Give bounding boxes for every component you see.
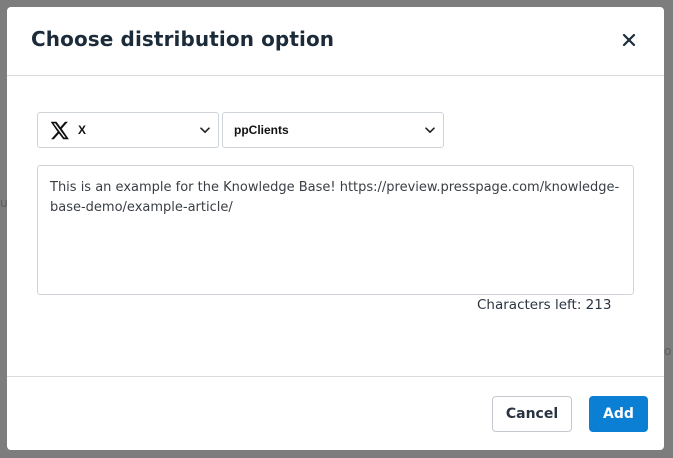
- add-button[interactable]: Add: [589, 396, 648, 432]
- account-select[interactable]: ppClients: [222, 112, 444, 148]
- x-logo-icon: [50, 121, 69, 140]
- dialog-title: Choose distribution option: [31, 27, 335, 51]
- close-icon: [622, 33, 636, 47]
- account-select-value: ppClients: [234, 123, 289, 137]
- distribution-dialog: Choose distribution option X ppClients T…: [7, 7, 664, 450]
- chevron-down-icon: [425, 127, 435, 133]
- message-textarea[interactable]: This is an example for the Knowledge Bas…: [37, 165, 634, 295]
- background-page-fragment: o: [664, 344, 672, 358]
- chevron-down-icon: [200, 127, 210, 133]
- close-button[interactable]: [619, 30, 639, 50]
- dialog-footer: Cancel Add: [7, 376, 664, 450]
- dialog-header: Choose distribution option: [7, 7, 664, 76]
- characters-left-counter: Characters left: 213: [477, 297, 612, 313]
- platform-select-value: X: [78, 123, 87, 137]
- platform-select[interactable]: X: [37, 112, 219, 148]
- cancel-button[interactable]: Cancel: [492, 396, 572, 432]
